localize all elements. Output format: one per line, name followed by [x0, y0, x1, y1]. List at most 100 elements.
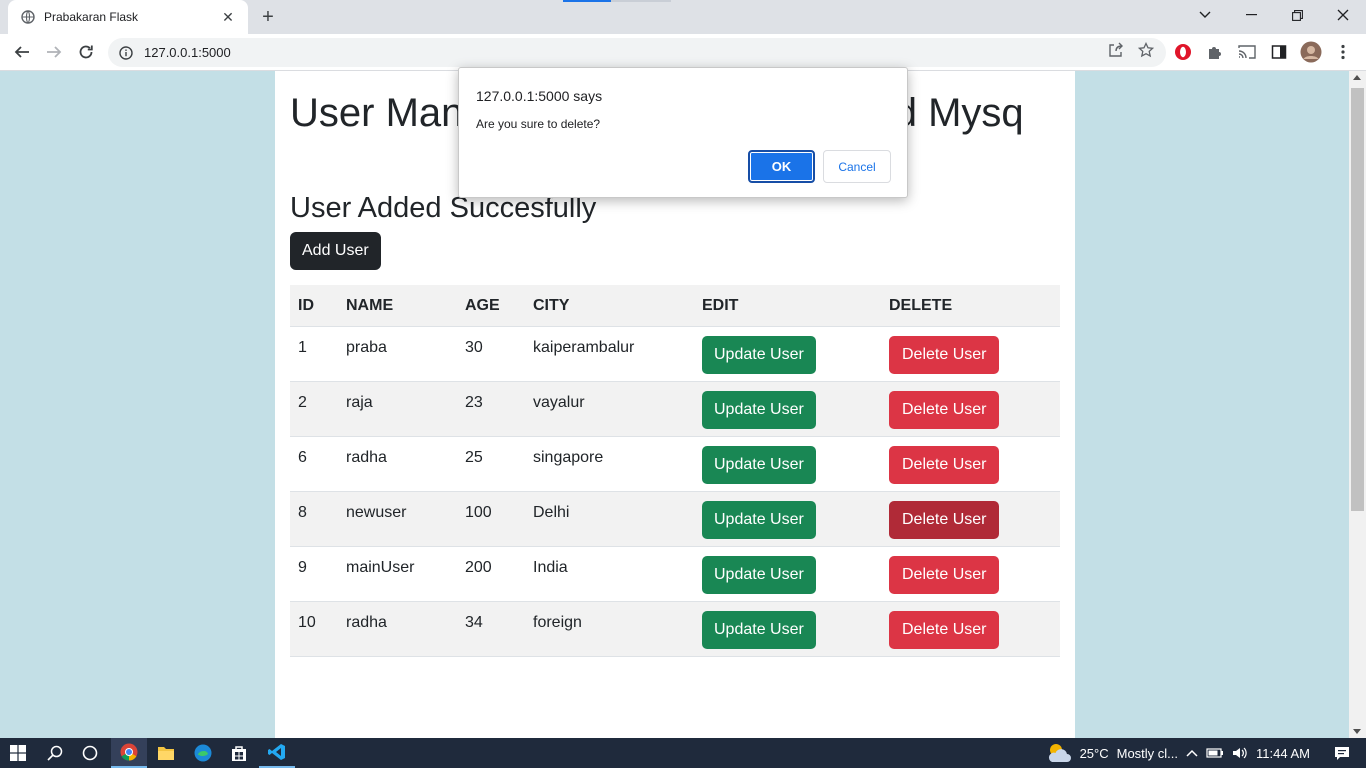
close-window-button[interactable]: [1320, 0, 1366, 30]
speaker-icon[interactable]: [1232, 746, 1248, 760]
chevron-up-icon[interactable]: [1186, 749, 1198, 757]
cell-age: 23: [465, 394, 483, 411]
cell-name: praba: [346, 339, 387, 356]
browser-menu-icon[interactable]: [1332, 40, 1354, 64]
confirm-dialog: 127.0.0.1:5000 says Are you sure to dele…: [458, 67, 908, 198]
delete-user-button[interactable]: Delete User: [889, 446, 1000, 484]
delete-cell: Delete User: [881, 602, 1060, 649]
cell-name: radha: [346, 614, 387, 631]
delete-user-button[interactable]: Delete User: [889, 391, 1000, 429]
forward-arrow-icon[interactable]: [42, 40, 66, 64]
weather-icon[interactable]: [1046, 742, 1072, 764]
edit-cell: Update User: [694, 437, 881, 484]
cell-city: kaiperambalur: [533, 339, 635, 356]
column-header-age: AGE: [465, 296, 500, 314]
scroll-up-arrow-icon[interactable]: [1353, 75, 1361, 80]
dialog-cancel-button[interactable]: Cancel: [823, 150, 891, 183]
battery-icon[interactable]: [1206, 747, 1224, 759]
cell-id: 6: [298, 449, 307, 466]
add-user-button[interactable]: Add User: [290, 232, 381, 270]
cell-age: 100: [465, 504, 492, 521]
table-row: 8 newuser 100 Delhi Update User Delete U…: [290, 492, 1060, 547]
tab-search-icon[interactable]: [1182, 0, 1228, 30]
chrome-taskbar-icon[interactable]: [111, 738, 147, 768]
restore-button[interactable]: [1274, 0, 1320, 30]
profile-avatar[interactable]: [1300, 40, 1322, 64]
edge-browser-icon[interactable]: [185, 738, 221, 768]
vscode-icon[interactable]: [259, 738, 295, 768]
table-row: 1 praba 30 kaiperambalur Update User Del…: [290, 327, 1060, 382]
dialog-ok-button[interactable]: OK: [748, 150, 815, 183]
address-bar[interactable]: 127.0.0.1:5000: [108, 38, 1166, 67]
dialog-message: Are you sure to delete?: [476, 117, 601, 131]
search-icon[interactable]: [37, 738, 73, 768]
delete-user-button[interactable]: Delete User: [889, 501, 1000, 539]
table-row: 6 radha 25 singapore Update User Delete …: [290, 437, 1060, 492]
scrollbar-thumb[interactable]: [1351, 88, 1364, 511]
cell-name: radha: [346, 449, 387, 466]
clock-time[interactable]: 11:44 AM: [1256, 746, 1310, 761]
edit-cell: Update User: [694, 327, 881, 374]
dialog-title: 127.0.0.1:5000 says: [476, 88, 603, 104]
cell-id: 2: [298, 394, 307, 411]
cell-id: 8: [298, 504, 307, 521]
task-view-icon[interactable]: [72, 738, 108, 768]
puzzle-extensions-icon[interactable]: [1204, 40, 1226, 64]
opera-extension-icon[interactable]: [1172, 40, 1194, 64]
close-tab-icon[interactable]: ✕: [220, 9, 236, 25]
weather-description[interactable]: Mostly cl...: [1117, 746, 1178, 761]
cast-icon[interactable]: [1236, 40, 1258, 64]
table-row: 9 mainUser 200 India Update User Delete …: [290, 547, 1060, 602]
scroll-down-arrow-icon[interactable]: [1353, 729, 1361, 734]
delete-user-button[interactable]: Delete User: [889, 336, 1000, 374]
windows-taskbar: 25°C Mostly cl... 11:44 AM: [0, 738, 1366, 768]
window-controls: [1182, 0, 1366, 34]
column-header-edit: EDIT: [702, 296, 739, 314]
cell-city: India: [533, 559, 568, 576]
cell-age: 200: [465, 559, 492, 576]
cell-id: 10: [298, 614, 316, 631]
update-user-button[interactable]: Update User: [702, 391, 816, 429]
loading-indicator: [563, 0, 611, 2]
delete-user-button[interactable]: Delete User: [889, 556, 1000, 594]
cell-age: 25: [465, 449, 483, 466]
update-user-button[interactable]: Update User: [702, 556, 816, 594]
minimize-button[interactable]: [1228, 0, 1274, 30]
column-header-city: CITY: [533, 296, 570, 314]
browser-tab[interactable]: Prabakaran Flask ✕: [8, 0, 248, 34]
back-arrow-icon[interactable]: [10, 40, 34, 64]
column-header-id: ID: [298, 296, 314, 314]
windows-start-icon[interactable]: [0, 738, 36, 768]
update-user-button[interactable]: Update User: [702, 446, 816, 484]
store-icon[interactable]: [221, 738, 257, 768]
cell-city: Delhi: [533, 504, 570, 521]
side-panel-icon[interactable]: [1268, 40, 1290, 64]
cell-name: newuser: [346, 504, 407, 521]
delete-user-button[interactable]: Delete User: [889, 611, 1000, 649]
cell-city: foreign: [533, 614, 582, 631]
file-explorer-icon[interactable]: [148, 738, 184, 768]
edit-cell: Update User: [694, 602, 881, 649]
column-header-name: NAME: [346, 296, 394, 314]
edit-cell: Update User: [694, 382, 881, 429]
cell-name: mainUser: [346, 559, 415, 576]
bookmark-star-icon[interactable]: [1137, 41, 1155, 63]
page-scrollbar[interactable]: [1349, 71, 1366, 738]
notification-icon[interactable]: [1334, 746, 1350, 761]
cell-city: singapore: [533, 449, 604, 466]
update-user-button[interactable]: Update User: [702, 501, 816, 539]
weather-temperature[interactable]: 25°C: [1080, 746, 1109, 761]
delete-cell: Delete User: [881, 492, 1060, 539]
share-icon[interactable]: [1108, 42, 1124, 63]
delete-cell: Delete User: [881, 382, 1060, 429]
info-icon[interactable]: [118, 45, 134, 61]
column-header-delete: DELETE: [889, 296, 953, 314]
cell-age: 30: [465, 339, 483, 356]
update-user-button[interactable]: Update User: [702, 611, 816, 649]
users-table: ID NAME AGE CITY EDIT DELETE 1 praba 30 …: [290, 285, 1060, 657]
reload-icon[interactable]: [74, 40, 98, 64]
browser-toolbar: 127.0.0.1:5000: [0, 34, 1366, 71]
new-tab-button[interactable]: +: [256, 6, 280, 28]
edit-cell: Update User: [694, 547, 881, 594]
update-user-button[interactable]: Update User: [702, 336, 816, 374]
